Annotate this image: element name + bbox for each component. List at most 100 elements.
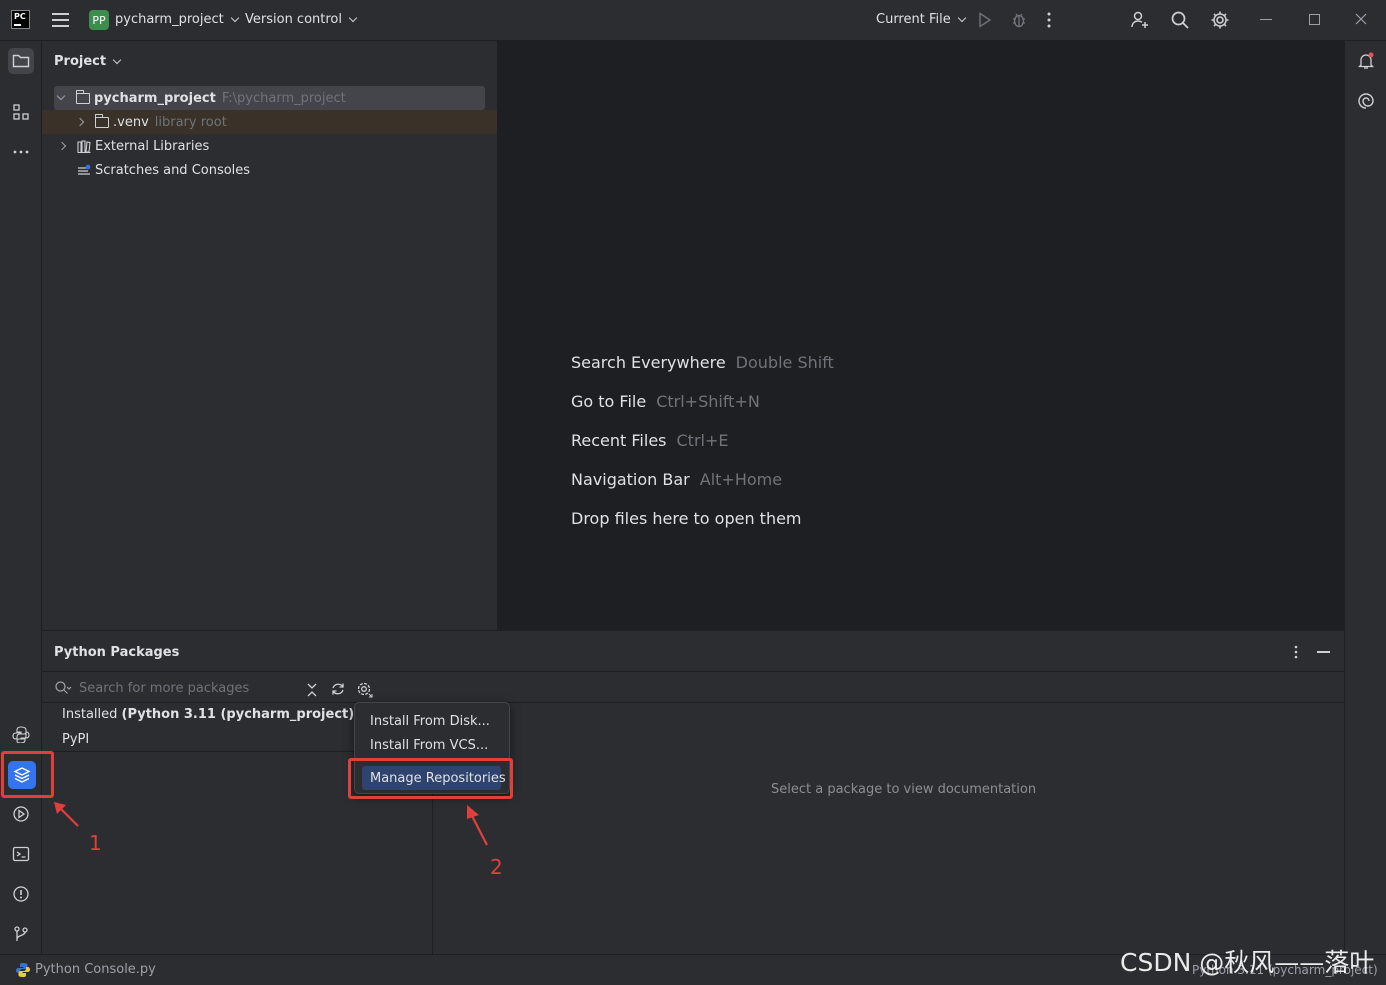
python-console-tool-button[interactable] (8, 721, 34, 747)
chevron-down-icon (957, 13, 966, 22)
play-circle-icon (13, 806, 29, 822)
project-name: pycharm_project (115, 12, 224, 27)
python-packages-title: Python Packages (54, 645, 180, 660)
hint-label: Navigation Bar (571, 470, 690, 489)
collapse-all-icon[interactable] (305, 682, 319, 702)
library-icon (77, 139, 91, 153)
hint-label: Go to File (571, 392, 647, 411)
run-icon[interactable] (978, 12, 992, 28)
documentation-hint: Select a package to view documentation (771, 782, 1037, 797)
ellipsis-icon (13, 150, 29, 154)
title-bar: PC PP pycharm_project Version control Cu… (0, 0, 1386, 41)
refresh-icon[interactable] (330, 681, 346, 701)
more-tools-button[interactable] (8, 139, 34, 165)
terminal-icon (12, 846, 30, 862)
services-tool-button[interactable] (8, 801, 34, 827)
folder-icon (12, 54, 30, 68)
panel-options-icon[interactable] (1292, 644, 1300, 664)
folder-icon (95, 113, 109, 128)
search-icon[interactable] (1170, 10, 1190, 30)
divider (42, 671, 1344, 672)
menu-item-install-from-vcs[interactable]: Install From VCS... (370, 738, 488, 753)
left-tool-strip (0, 41, 42, 954)
menu-item-install-from-disk[interactable]: Install From Disk... (370, 714, 490, 729)
pycharm-logo-icon: PC (11, 10, 30, 29)
settings-gear-icon[interactable] (1210, 10, 1230, 30)
tree-item-hint: library root (154, 114, 227, 130)
debug-icon[interactable] (1010, 11, 1028, 29)
tree-item-venv[interactable]: .venv library root (42, 110, 497, 134)
search-placeholder: Search for more packages (79, 680, 250, 696)
annotation-box-manage-repositories (348, 758, 513, 799)
close-icon[interactable] (1354, 10, 1368, 28)
hint-navigation-bar: Navigation Bar Alt+Home (571, 470, 782, 489)
version-control-menu[interactable]: Version control (245, 12, 358, 27)
expand-arrow-icon (75, 117, 85, 127)
problems-tool-button[interactable] (8, 881, 34, 907)
project-panel: Project pycharm_project F:\pycharm_proje… (42, 41, 498, 630)
version-control-label: Version control (245, 12, 342, 27)
divider (42, 702, 1344, 703)
python-icon (12, 726, 30, 743)
package-search-input[interactable]: Search for more packages (54, 680, 249, 696)
annotation-number-1: 1 (89, 831, 102, 855)
spiral-icon (1358, 93, 1374, 109)
branch-icon (14, 926, 28, 941)
watermark: CSDN @秋风——落叶 (1120, 948, 1375, 977)
python-packages-panel: Python Packages Search for more packages… (42, 630, 1344, 955)
project-selector[interactable]: pycharm_project (115, 12, 239, 27)
package-settings-gear-icon[interactable] (356, 681, 374, 703)
annotation-box-packages (1, 751, 54, 798)
structure-icon (13, 104, 29, 120)
run-config-selector[interactable]: Current File (876, 12, 966, 27)
hint-shortcut: Ctrl+E (676, 431, 729, 450)
bell-icon (1357, 52, 1375, 69)
annotation-arrow-1 (54, 802, 79, 827)
code-with-me-icon[interactable] (1130, 10, 1150, 30)
status-breadcrumb[interactable]: Python Console.py (35, 962, 156, 977)
right-tool-strip (1344, 41, 1386, 954)
installed-env: (Python 3.11 (pycharm_project)) (121, 707, 361, 722)
tree-item-project-root[interactable]: pycharm_project F:\pycharm_project (54, 86, 485, 110)
hint-label: Search Everywhere (571, 353, 726, 372)
installed-label: Installed (62, 707, 122, 722)
installed-group[interactable]: Installed (Python 3.11 (pycharm_project)… (52, 707, 360, 722)
tree-item-label: .venv (113, 114, 149, 130)
pypi-label: PyPI (62, 732, 90, 747)
terminal-tool-button[interactable] (8, 841, 34, 867)
folder-icon (76, 89, 90, 104)
tree-item-scratches[interactable]: Scratches and Consoles (42, 158, 250, 182)
hint-label: Recent Files (571, 431, 667, 450)
scratches-icon (78, 164, 91, 175)
annotation-arrow-2 (467, 805, 488, 846)
notifications-button[interactable] (1353, 48, 1379, 74)
git-tool-button[interactable] (8, 921, 34, 947)
tree-item-external-libraries[interactable]: External Libraries (42, 134, 209, 158)
tree-item-path: F:\pycharm_project (221, 90, 346, 106)
project-panel-title[interactable]: Project (54, 54, 122, 69)
structure-tool-button[interactable] (8, 99, 34, 125)
pypi-group[interactable]: PyPI (52, 732, 89, 747)
project-panel-label: Project (54, 54, 107, 69)
chevron-down-icon (348, 13, 358, 22)
hint-shortcut: Double Shift (735, 353, 834, 372)
hint-go-to-file: Go to File Ctrl+Shift+N (571, 392, 760, 411)
maximize-icon[interactable] (1309, 14, 1320, 25)
minimize-icon[interactable] (1260, 19, 1272, 20)
more-actions-icon[interactable] (1045, 11, 1053, 29)
expand-arrow-icon (57, 141, 67, 151)
tree-item-label: Scratches and Consoles (95, 162, 251, 178)
hint-recent-files: Recent Files Ctrl+E (571, 431, 728, 450)
python-file-icon (16, 963, 30, 977)
project-tool-button[interactable] (8, 48, 34, 74)
hide-panel-icon[interactable] (1317, 651, 1330, 653)
search-icon (55, 681, 72, 694)
hint-search-everywhere: Search Everywhere Double Shift (571, 353, 834, 372)
ai-assistant-button[interactable] (1353, 88, 1379, 114)
warning-circle-icon (13, 886, 29, 902)
main-menu-icon[interactable] (52, 11, 69, 29)
project-badge[interactable]: PP (89, 10, 109, 30)
tree-item-label: pycharm_project (94, 90, 216, 106)
expand-arrow-icon (56, 91, 66, 101)
tree-item-label: External Libraries (95, 138, 210, 154)
